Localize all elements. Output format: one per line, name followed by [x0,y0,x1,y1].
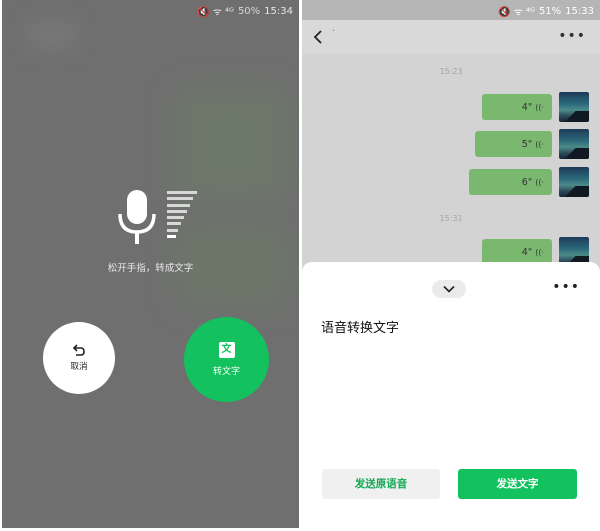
voice-duration: 4" [521,101,533,113]
voice-message-bubble[interactable]: 6" ((· [469,169,552,195]
message-timestamp: 15:31 [439,214,463,223]
convert-to-text-button[interactable]: 文 转文字 [184,317,269,402]
message-timestamp: 15:23 [439,67,463,76]
status-bar: 🔇 ᯤ ⁴ᴳ 50% 15:34 [197,4,293,19]
microphone-icon [118,190,156,244]
voice-duration: 4" [521,246,533,258]
status-indicators: 🔇 ᯤ ⁴ᴳ [498,7,535,18]
voice-wave-icon: ((· [535,247,544,257]
chat-title: · [332,26,336,37]
cancel-button[interactable]: 取消 [43,322,115,394]
sheet-more-icon[interactable]: ••• [552,279,580,295]
send-original-voice-button[interactable]: 发送原语音 [322,469,440,499]
status-bar: 🔇 ᯤ ⁴ᴳ 51% 15:33 [302,0,600,20]
more-options-icon[interactable]: ••• [558,28,586,44]
chat-nav-bar: · ••• [302,20,600,54]
chevron-down-icon [443,285,455,293]
chat-screen: 🔇 ᯤ ⁴ᴳ 51% 15:33 · ••• 15:23 4" ((· 5" (… [302,0,600,528]
status-time: 15:33 [565,5,594,17]
voice-wave-icon: ((· [535,139,544,149]
convert-to-text-label: 转文字 [212,367,240,377]
volume-level-meter [167,191,199,243]
battery-level: 50% [237,5,261,17]
transcript-text[interactable]: 语音转换文字 [321,317,399,336]
send-text-button[interactable]: 发送文字 [458,469,577,499]
avatar[interactable] [559,92,589,122]
back-arrow-icon[interactable] [311,29,327,45]
status-time: 15:34 [264,5,293,17]
voice-wave-icon: ((· [535,102,544,112]
voice-duration: 5" [521,138,533,150]
screenshot-root: 🔇 ᯤ ⁴ᴳ 50% 15:34 松开手指，转成文字 取消 文 转文字 🔇 ᯤ … [0,0,600,531]
cancel-label: 取消 [70,362,88,372]
voice-wave-icon: ((· [535,177,544,187]
voice-message-bubble[interactable]: 5" ((· [475,131,552,157]
blurred-header [27,20,77,50]
avatar[interactable] [559,129,589,159]
avatar[interactable] [559,167,589,197]
voice-message-bubble[interactable]: 4" ((· [482,94,552,120]
undo-arrow-icon [72,344,85,356]
status-indicators: 🔇 ᯤ ⁴ᴳ [197,7,234,18]
collapse-sheet-button[interactable] [432,280,466,298]
voice-to-text-sheet: ••• 语音转换文字 发送原语音 发送文字 [302,262,600,528]
blurred-bubble [177,90,287,200]
text-doc-icon: 文 [218,342,235,358]
battery-level: 51% [538,5,562,17]
voice-record-overlay: 🔇 ᯤ ⁴ᴳ 50% 15:34 松开手指，转成文字 取消 文 转文字 [2,0,299,528]
release-hint-text: 松开手指，转成文字 [107,263,194,274]
voice-duration: 6" [521,176,533,188]
